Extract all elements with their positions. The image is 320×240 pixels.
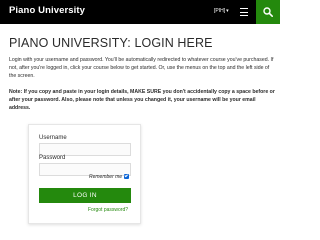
login-button[interactable]: LOG IN: [39, 188, 131, 203]
remember-me-checkbox[interactable]: [124, 174, 129, 179]
search-icon: [263, 7, 273, 17]
page-title: PIANO UNIVERSITY: LOGIN HERE: [9, 36, 213, 50]
intro-text: Login with your username and password. Y…: [9, 57, 274, 80]
site-header: Piano University [PIH]▾: [0, 0, 280, 24]
username-label: Username: [39, 135, 67, 141]
chevron-down-icon: ▾: [226, 8, 229, 14]
hamburger-menu-icon: [240, 8, 248, 10]
language-selector[interactable]: [PIH]▾: [214, 8, 229, 14]
menu-button[interactable]: [236, 4, 252, 20]
password-label: Password: [39, 155, 66, 161]
site-title[interactable]: Piano University: [9, 5, 85, 16]
search-button[interactable]: [256, 0, 280, 24]
login-form: Username Password Remember me LOG IN For…: [28, 124, 141, 224]
language-label: [PIH]: [214, 8, 226, 14]
remember-me-label: Remember me: [89, 174, 123, 180]
login-note: Note: If you copy and paste in your logi…: [9, 89, 275, 112]
forgot-password-link[interactable]: Forgot password?: [88, 207, 128, 213]
